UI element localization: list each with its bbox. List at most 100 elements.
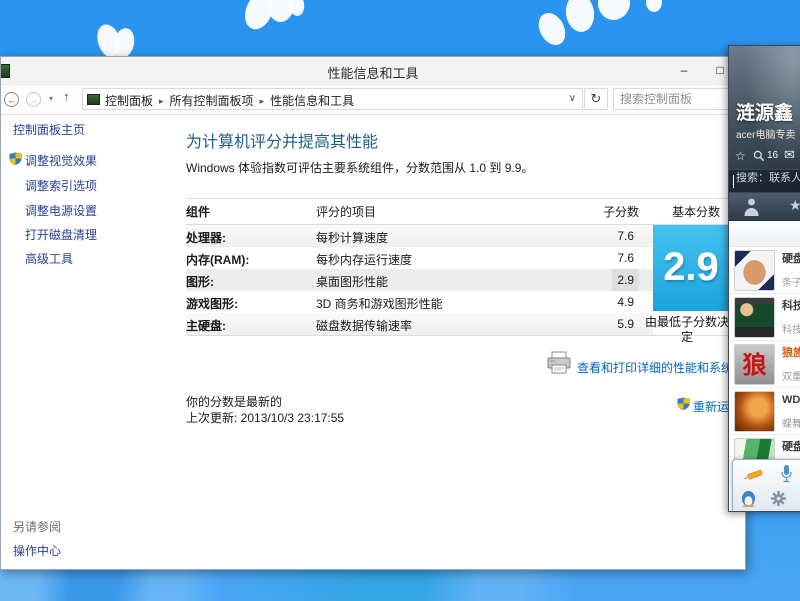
rated-item: 桌面图形性能	[316, 273, 388, 290]
search-input[interactable]	[614, 89, 744, 109]
component-name: 游戏图形:	[186, 295, 238, 312]
contact-item[interactable]: 科技先 科技先	[729, 294, 800, 341]
table-row: 主硬盘: 磁盘数据传输速率 5.9	[186, 313, 653, 335]
score-status: 你的分数是最新的	[186, 393, 282, 410]
qq-penguin-icon[interactable]	[740, 490, 757, 507]
pencil-icon[interactable]	[743, 467, 765, 483]
breadcrumb-app-icon	[87, 94, 100, 105]
column-header-rated: 评分的项目	[316, 203, 376, 220]
base-score-box: 2.9	[653, 225, 729, 311]
forward-button[interactable]: →	[26, 92, 41, 107]
component-name: 图形:	[186, 273, 214, 290]
title-bar: 性能信息和工具 – □	[1, 57, 745, 85]
table-row: 处理器: 每秒计算速度 7.6	[186, 225, 653, 247]
contact-name: 硬盘维	[782, 438, 800, 454]
minimize-button[interactable]: –	[669, 60, 699, 80]
breadcrumb-item-performance[interactable]: 性能信息和工具	[270, 94, 354, 108]
breadcrumb: 控制面板▸所有控制面板项▸性能信息和工具	[105, 92, 354, 109]
subscore-value: 2.9	[561, 269, 639, 291]
mail-icon[interactable]: ✉	[784, 147, 795, 163]
qq-contact-panel: 涟源鑫 acer电脑专卖 ☆ 16 ✉ ★ 硬盘维 条子: 科技先 科技先 狼 …	[728, 45, 800, 512]
contact-message: 条子:	[782, 274, 800, 289]
contact-avatar	[734, 297, 775, 338]
contact-message: 蝶舞	[782, 415, 800, 430]
sidebar-item-power-settings[interactable]: 调整电源设置	[25, 202, 97, 219]
window-title: 性能信息和工具	[1, 63, 745, 82]
contact-item[interactable]: 硬盘维 条子:	[729, 247, 800, 294]
contact-name: WD资	[782, 391, 800, 407]
sidebar-item-visual-effects[interactable]: 调整视觉效果	[25, 152, 97, 169]
rated-item: 3D 商务和游戏图形性能	[316, 295, 443, 312]
contact-message: 科技先	[782, 321, 800, 336]
up-button[interactable]: ↑	[63, 89, 70, 104]
qq-toolbar	[732, 459, 800, 512]
wallpaper-petal	[594, 0, 633, 23]
contact-name: 科技先	[782, 297, 800, 313]
back-button[interactable]: ←	[4, 92, 19, 107]
contact-item[interactable]: 狼 狼族D 双重	[729, 341, 800, 388]
see-also-heading: 另请参阅	[13, 518, 61, 535]
rated-item: 每秒计算速度	[316, 229, 388, 246]
column-header-subscore: 子分数	[561, 203, 639, 220]
sidebar-item-action-center[interactable]: 操作中心	[13, 542, 61, 559]
contact-item[interactable]: WD资 蝶舞	[729, 388, 800, 435]
base-score-value: 2.9	[653, 225, 729, 311]
rated-item: 每秒内存运行速度	[316, 251, 412, 268]
navigation-bar: ← → ▾ ↑ 控制面板▸所有控制面板项▸性能信息和工具 ∨ ↻	[1, 85, 745, 115]
wolf-avatar-glyph: 狼	[735, 345, 774, 384]
uac-shield-icon	[9, 152, 22, 165]
contact-avatar	[734, 391, 775, 432]
base-score-note: 由最低子分数决定	[643, 315, 731, 345]
contact-name: 狼族D	[782, 344, 800, 360]
component-name: 内存(RAM):	[186, 251, 249, 268]
wallpaper-petal	[533, 8, 570, 49]
text-cursor	[733, 175, 734, 188]
contact-name: 硬盘维	[782, 250, 800, 266]
qq-level-icon	[753, 150, 765, 162]
address-dropdown-icon[interactable]: ∨	[569, 93, 576, 104]
performance-info-window: 性能信息和工具 – □ ← → ▾ ↑ 控制面板▸所有控制面板项▸性能信息和工具…	[0, 56, 746, 570]
microphone-icon[interactable]	[780, 464, 793, 483]
qq-user-name: 涟源鑫	[736, 98, 793, 125]
breadcrumb-item-all-items[interactable]: 所有控制面板项	[170, 94, 254, 108]
subscore-value: 5.9	[561, 313, 639, 335]
wallpaper-petal	[563, 0, 596, 34]
contacts-tab-icon[interactable]	[743, 197, 760, 216]
contact-avatar	[734, 250, 775, 291]
table-divider	[186, 198, 742, 199]
subscore-value: 7.6	[561, 225, 639, 247]
contact-group-header[interactable]	[729, 221, 800, 247]
gear-icon[interactable]	[771, 491, 786, 506]
qq-search-input[interactable]	[736, 172, 800, 184]
qq-user-signature: acer电脑专卖	[736, 126, 795, 141]
refresh-button[interactable]: ↻	[584, 88, 608, 110]
recent-pages-dropdown-icon[interactable]: ▾	[49, 94, 53, 103]
search-box	[613, 88, 745, 110]
printer-icon	[546, 351, 572, 375]
breadcrumb-item-control-panel[interactable]: 控制面板	[105, 94, 153, 108]
contact-avatar: 狼	[734, 344, 775, 385]
breadcrumb-separator-icon: ▸	[153, 96, 170, 106]
sidebar-item-advanced-tools[interactable]: 高级工具	[25, 250, 73, 267]
breadcrumb-separator-icon: ▸	[254, 96, 271, 106]
address-bar[interactable]: 控制面板▸所有控制面板项▸性能信息和工具 ∨	[82, 88, 583, 110]
column-header-component: 组件	[186, 203, 210, 220]
table-row: 内存(RAM): 每秒内存运行速度 7.6	[186, 247, 653, 269]
qq-tab-bar: ★	[729, 193, 800, 221]
contact-message: 双重	[782, 368, 800, 383]
component-name: 处理器:	[186, 229, 226, 246]
table-row-selected: 图形: 桌面图形性能 2.9	[186, 269, 653, 291]
page-title: 为计算机评分并提高其性能	[186, 128, 378, 152]
groups-tab-icon[interactable]: ★	[789, 197, 800, 214]
uac-shield-icon	[677, 397, 690, 410]
wallpaper-streaks	[0, 568, 800, 601]
qq-level-value: 16	[767, 150, 778, 161]
sidebar-item-indexing-options[interactable]: 调整索引选项	[25, 177, 97, 194]
sidebar-item-disk-cleanup[interactable]: 打开磁盘清理	[25, 226, 97, 243]
subscore-value: 4.9	[561, 291, 639, 313]
favorite-star-icon[interactable]: ☆	[735, 149, 746, 163]
component-name: 主硬盘:	[186, 317, 226, 334]
wallpaper-petal	[646, 0, 662, 12]
sidebar-item-home[interactable]: 控制面板主页	[13, 121, 85, 138]
table-row: 游戏图形: 3D 商务和游戏图形性能 4.9	[186, 291, 653, 313]
